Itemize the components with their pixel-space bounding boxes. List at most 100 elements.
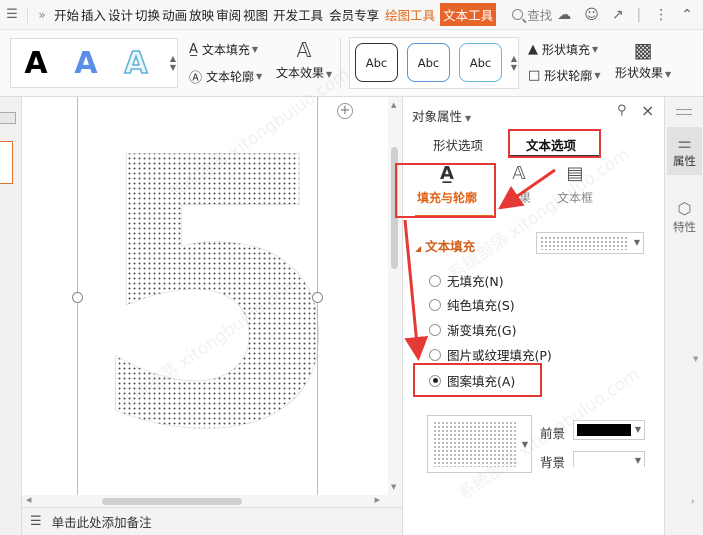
art-text-gallery: A A A [10,38,178,88]
shape-gallery-expand-button[interactable]: ▲ ▼ [509,38,519,88]
tab-text-tools[interactable]: 文本工具 [440,3,497,26]
tab-view[interactable]: 视图 [242,5,269,24]
shape-outline-label: 形状轮廓 [544,69,593,83]
add-element-button[interactable]: + [337,103,353,119]
tab-insert[interactable]: 插入 [80,5,107,24]
shape-style-lightblue[interactable]: Abc [459,43,502,82]
art-style-black[interactable]: A [11,46,61,81]
features-button[interactable]: ⬡ 特性 [667,199,702,235]
radio-label: 图片或纹理填充(P) [447,348,552,363]
art-style-outline[interactable]: A [111,45,161,82]
radio-button[interactable] [429,274,441,287]
tab-transition[interactable]: 切换 [134,5,161,24]
radio-solid-fill[interactable]: 纯色填充(S) [429,295,515,314]
tab-animation[interactable]: 动画 [161,5,188,24]
text-fill-section-header[interactable]: ◢ 文本填充 [415,236,475,255]
share-user-icon[interactable]: ☺ [584,7,599,23]
shape-style-blue[interactable]: Abc [407,43,450,82]
export-icon[interactable]: ↗ [612,7,624,23]
shape-fill-button[interactable]: ▲ 形状填充 ▼ [528,41,598,58]
pin-icon[interactable]: ⚲ [617,103,627,118]
tab-design[interactable]: 设计 [107,5,134,24]
subtab-effect-label: 效果 [507,191,532,205]
vertical-scrollbar[interactable]: ▲ ▼ [388,97,402,495]
scroll-right-icon[interactable]: ▶ [375,496,380,504]
chevron-up-icon: ▲ [510,54,518,63]
tab-developer[interactable]: 开发工具 [272,5,324,24]
notes-bar[interactable]: ☰ 单击此处添加备注 [22,507,402,535]
text-effect-icon: 𝔸 [512,163,526,184]
dropdown-arrow-icon: ▼ [633,238,640,247]
dotted-pattern-text[interactable]: 5 [87,111,345,482]
menu-divider: | [636,7,642,23]
foreground-color-dropdown[interactable]: ▼ [573,420,645,440]
shape-effect-icon: ▩ [633,38,653,62]
annotation-box-text-options [508,129,601,158]
radio-button[interactable] [429,323,441,336]
tab-review[interactable]: 审阅 [215,5,242,24]
radio-label: 纯色填充(S) [447,298,515,313]
scroll-left-icon[interactable]: ◀ [26,496,31,504]
slide-canvas[interactable]: 5 [22,97,388,495]
radio-gradient-fill[interactable]: 渐变填充(G) [429,320,516,339]
dropdown-arrow-icon: ▼ [594,71,601,80]
strip-expand-icon[interactable]: › [691,497,695,507]
collapse-ribbon-icon[interactable]: ⌃ [681,7,693,23]
pattern-swatch [540,236,628,250]
panel-title[interactable]: 对象属性 ▼ [412,106,471,125]
scroll-down-icon[interactable]: ▼ [391,483,396,491]
notes-placeholder: 单击此处添加备注 [51,515,152,530]
text-effect-label: 文本效果 [276,66,325,80]
textbox-icon: ▤ [566,163,584,184]
dropdown-arrow-icon: ▼ [326,70,333,79]
annotation-box-fill-outline [395,163,496,218]
tab-slideshow[interactable]: 放映 [188,5,215,24]
radio-no-fill[interactable]: 无填充(N) [429,271,504,290]
radio-button[interactable] [429,348,441,361]
shape-style-black[interactable]: Abc [355,43,398,82]
notes-icon: ☰ [30,514,42,529]
hscroll-thumb[interactable] [102,498,242,505]
sliders-icon: ⚌ [677,133,692,152]
slide-thumbnail-pane [0,97,22,535]
chevron-down-icon: ▼ [510,63,518,72]
search-box[interactable]: 查找 [512,5,552,24]
thumbnail-toggle-icon[interactable] [0,112,16,124]
slide-thumbnail[interactable] [0,141,13,184]
gallery-expand-button[interactable]: ▲ ▼ [168,38,178,88]
background-swatch [577,455,631,467]
file-menu-icon[interactable]: ☰ [0,0,24,30]
background-label: 背景 [540,455,566,470]
background-color-dropdown[interactable]: ▼ [573,451,645,467]
subtab-effect[interactable]: 𝔸 效果 [507,163,531,206]
text-outline-button[interactable]: Ⓐ 文本轮廓 ▼ [189,67,262,86]
tab-member[interactable]: 会员专享 [328,5,380,24]
strip-menu-icon[interactable] [676,109,692,115]
more-tabs-icon[interactable]: » [31,8,53,22]
tab-drawing-tools[interactable]: 绘图工具 [384,5,436,24]
art-style-blue[interactable]: A [61,46,111,81]
subtab-textbox[interactable]: ▤ 文本框 [557,163,593,206]
radio-picture-fill[interactable]: 图片或纹理填充(P) [429,345,552,364]
scroll-up-icon[interactable]: ▲ [391,101,396,109]
horizontal-scrollbar[interactable]: ◀ ▶ [22,495,402,507]
strip-scroll-icon[interactable]: ▼ [693,355,698,363]
dropdown-arrow-icon: ▼ [634,456,641,465]
tab-shape-options[interactable]: 形状选项 [433,135,483,154]
shape-outline-icon: □ [528,68,541,83]
text-fill-button[interactable]: A̲ 文本填充 ▼ [189,41,258,58]
more-options-icon[interactable]: ⋮ [654,7,668,23]
cloud-sync-icon[interactable]: ☁ [557,7,571,23]
right-tool-strip: ⚌ 属性 ⬡ 特性 ▼ › [664,97,703,535]
close-icon[interactable]: × [641,101,654,120]
fill-pattern-dropdown[interactable]: ▼ [536,232,644,254]
resize-handle-right[interactable] [312,292,323,303]
resize-handle-left[interactable] [72,292,83,303]
shape-outline-button[interactable]: □ 形状轮廓 ▼ [528,67,600,84]
tab-home[interactable]: 开始 [53,5,80,24]
shape-effect-button[interactable]: ▩ 形状效果 ▼ [615,38,671,81]
pattern-picker[interactable]: ▼ [427,415,532,473]
radio-button[interactable] [429,298,441,311]
text-effect-button[interactable]: 𝔸 文本效果 ▼ [276,38,332,81]
properties-button[interactable]: ⚌ 属性 [667,127,702,175]
